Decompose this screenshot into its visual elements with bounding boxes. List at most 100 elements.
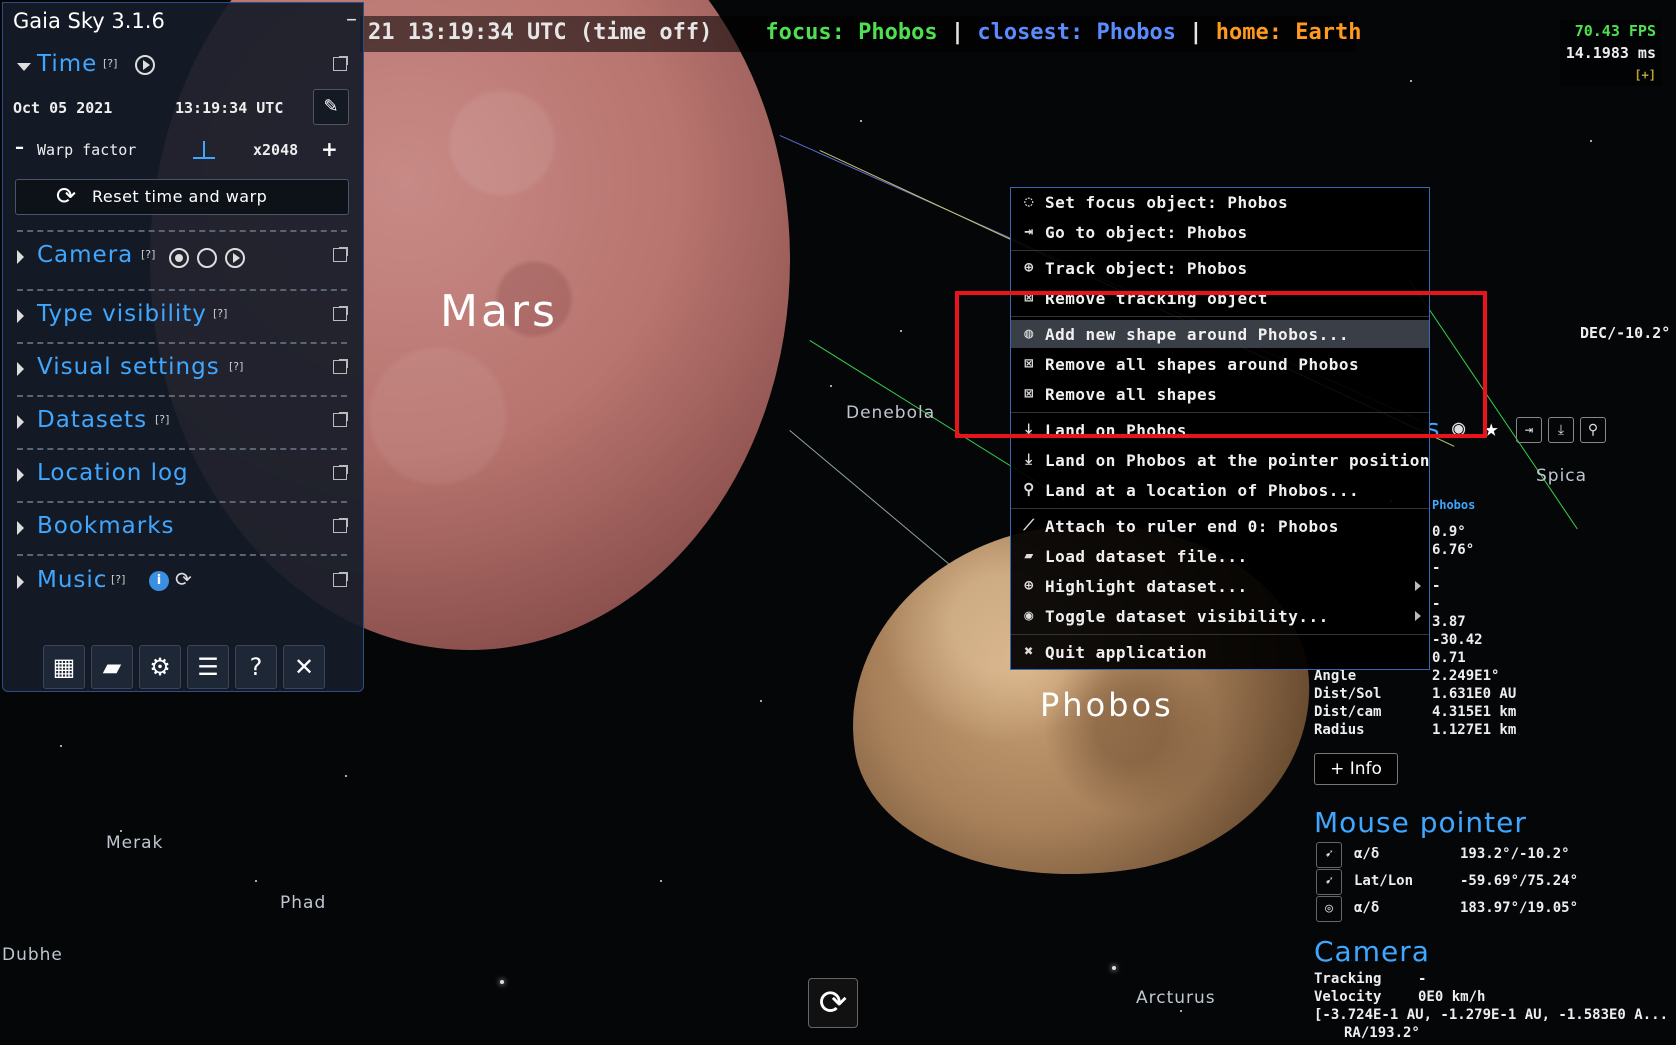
section-time[interactable]: Time [?] [15,47,351,87]
warp-slider[interactable] [193,157,215,159]
camera-orbit-icon[interactable] [197,248,217,268]
section-location-log[interactable]: Location log [15,456,351,496]
menu-item-land-pointer[interactable]: ⤓ Land on Phobos at the pointer position [1011,446,1429,474]
section-camera-label[interactable]: Camera [37,242,133,268]
menu-item-track[interactable]: ⊕ Track object: Phobos [1011,254,1429,282]
land-icon[interactable]: ⤓ [1548,417,1574,443]
expand-arrow-icon[interactable] [17,309,24,323]
help-icon[interactable]: ? [235,645,277,689]
panel-title: Gaia Sky 3.1.6 [13,9,165,33]
home-value: Earth [1295,20,1362,45]
section-camera[interactable]: Camera [?] [15,238,351,278]
eye-icon: ◉ [1024,606,1034,624]
warp-slider-handle[interactable] [203,141,205,157]
expand-arrow-icon[interactable] [17,521,24,535]
section-type-visibility-label[interactable]: Type visibility [37,301,207,327]
menu-item-quit[interactable]: ✖ Quit application [1011,638,1429,666]
edit-time-button[interactable]: ✎ [313,89,349,125]
popout-icon[interactable] [333,572,348,587]
section-type-visibility[interactable]: Type visibility [?] [15,297,351,337]
menu-item-land-location[interactable]: ⚲ Land at a location of Phobos... [1011,476,1429,504]
section-music-label[interactable]: Music [37,567,107,593]
star-label-merak[interactable]: Merak [106,833,163,853]
reset-time-button[interactable]: ⟳ Reset time and warp [15,179,349,215]
phobos-label[interactable]: Phobos [1040,686,1174,724]
log-icon[interactable]: ☰ [187,645,229,689]
section-music[interactable]: Music [?] i ⟳ [15,563,351,603]
reload-icon[interactable]: ⟳ [808,978,858,1028]
camera-focus-icon[interactable] [169,248,189,268]
velocity-label: Velocity [1314,989,1382,1005]
separator [1011,634,1429,635]
menu-item-highlight-dataset[interactable]: ⊕ Highlight dataset... [1011,572,1429,600]
help-icon[interactable]: [?] [229,360,243,373]
menu-item-toggle-dataset[interactable]: ◉ Toggle dataset visibility... [1011,602,1429,630]
popout-icon[interactable] [333,56,348,71]
popout-icon[interactable] [333,465,348,480]
star-label-arcturus[interactable]: Arcturus [1136,988,1216,1008]
section-visual-settings-label[interactable]: Visual settings [37,354,220,380]
location-pin-icon[interactable]: ⚲ [1580,417,1606,443]
refresh-icon[interactable]: ⟳ [175,567,192,591]
star-label-denebola[interactable]: Denebola [846,403,935,423]
close-icon[interactable]: ✕ [283,645,325,689]
section-datasets[interactable]: Datasets [?] [15,403,351,443]
menu-item-load-dataset[interactable]: ▰ Load dataset file... [1011,542,1429,570]
velocity-value: 0E0 km/h [1418,989,1486,1005]
section-visual-settings[interactable]: Visual settings [?] [15,350,351,390]
help-icon[interactable]: [?] [155,413,169,426]
star-label-phad[interactable]: Phad [280,893,326,913]
section-bookmarks[interactable]: Bookmarks [15,509,351,549]
expand-arrow-icon[interactable] [17,362,24,376]
expand-arrow-icon[interactable] [17,468,24,482]
camera-play-icon[interactable] [225,248,245,268]
pointer-icon: ➹ [1316,869,1342,895]
menu-item-attach-ruler[interactable]: ⟋ Attach to ruler end 0: Phobos [1011,512,1429,540]
map-icon[interactable]: ▦ [43,645,85,689]
goto-icon[interactable]: ⇥ [1516,417,1542,443]
goto-icon: ⇥ [1024,222,1034,240]
section-datasets-label[interactable]: Datasets [37,407,147,433]
minimize-button[interactable]: – [346,7,357,32]
section-time-label[interactable]: Time [37,51,97,77]
expand-arrow-icon[interactable] [17,250,24,264]
collapse-arrow-icon[interactable] [17,63,31,71]
info-value: 6.76° [1432,542,1475,558]
popout-icon[interactable] [333,412,348,427]
prop-value: 4.315E1 km [1432,704,1517,720]
help-icon[interactable]: [?] [111,573,125,586]
star-label-spica[interactable]: Spica [1536,466,1587,486]
expand-arrow-icon[interactable] [17,575,24,589]
warp-minus-button[interactable]: – [15,137,24,158]
help-icon[interactable]: [?] [213,307,227,320]
play-time-icon[interactable] [135,55,155,75]
star-label-dubhe[interactable]: Dubhe [2,945,63,965]
menu-item-set-focus[interactable]: ◌ Set focus object: Phobos [1011,188,1429,216]
popout-icon[interactable] [333,247,348,262]
mars-label[interactable]: Mars [440,286,558,337]
section-bookmarks-label[interactable]: Bookmarks [37,513,175,539]
separator: | [950,20,965,45]
menu-item-go-to[interactable]: ⇥ Go to object: Phobos [1011,218,1429,246]
focus-value: Phobos [858,20,938,45]
gear-icon[interactable]: ⚙ [139,645,181,689]
refresh-icon: ⟳ [56,182,77,210]
fps-toggle[interactable]: [+] [1566,64,1656,86]
info-icon[interactable]: i [149,571,169,591]
section-location-log-label[interactable]: Location log [37,460,189,486]
expand-arrow-icon[interactable] [17,415,24,429]
tracking-value: - [1418,971,1427,987]
focus-type: Phobos [1432,498,1476,512]
help-icon[interactable]: [?] [103,57,117,70]
folder-open-icon[interactable]: ▰ [91,645,133,689]
popout-icon[interactable] [333,518,348,533]
clock-display: 13:19:34 UTC [175,99,284,117]
help-icon[interactable]: [?] [141,248,155,261]
popout-icon[interactable] [333,306,348,321]
focus-icon: ◌ [1024,192,1034,210]
highlight-icon: ⊕ [1024,576,1034,594]
more-info-button[interactable]: + Info [1314,753,1398,785]
popout-icon[interactable] [333,359,348,374]
mp-value: 193.2°/-10.2° [1460,846,1570,862]
warp-plus-button[interactable]: + [321,137,338,161]
